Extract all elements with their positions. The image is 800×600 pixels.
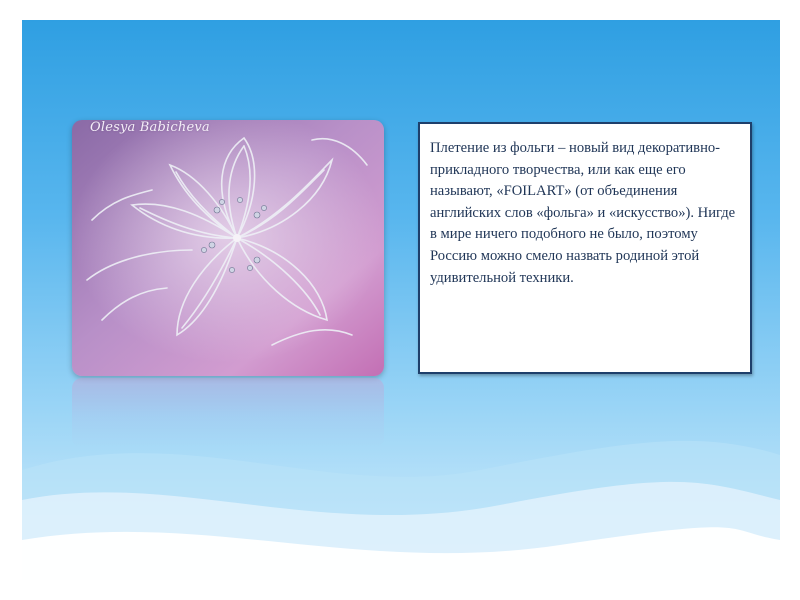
foil-flower-photo: Olesya Babicheva xyxy=(72,120,384,376)
slide: Olesya Babicheva Плетение из фольги – но… xyxy=(0,0,800,600)
description-box: Плетение из фольги – новый вид декоратив… xyxy=(418,122,752,374)
photo-watermark: Olesya Babicheva xyxy=(90,120,210,135)
foil-flower-image xyxy=(72,120,384,376)
description-text: Плетение из фольги – новый вид декоратив… xyxy=(430,140,736,286)
photo-reflection xyxy=(72,378,384,448)
